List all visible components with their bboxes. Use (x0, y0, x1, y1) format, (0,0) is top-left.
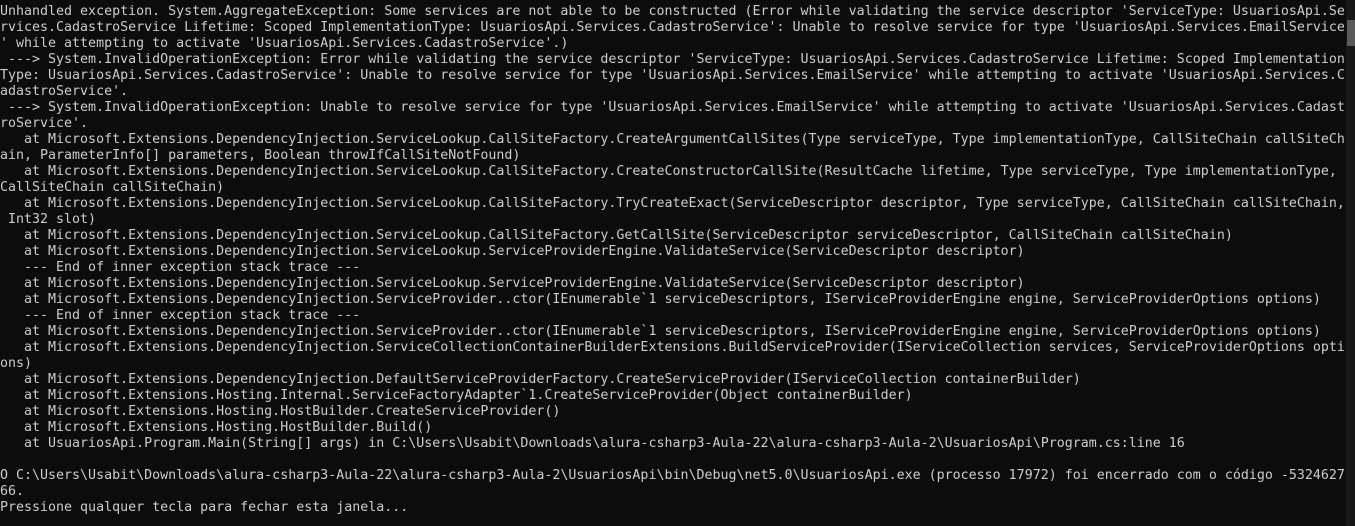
console-line: at Microsoft.Extensions.DependencyInject… (0, 292, 1321, 307)
vertical-scrollbar[interactable] (1346, 0, 1355, 526)
console-line: --- End of inner exception stack trace -… (0, 260, 361, 275)
console-line: CallSiteChain callSiteChain) (0, 180, 225, 195)
console-line: Int32 slot) (0, 212, 97, 227)
console-line: at Microsoft.Extensions.DependencyInject… (0, 340, 1345, 355)
console-line: at Microsoft.Extensions.DependencyInject… (0, 244, 1025, 259)
console-line: at Microsoft.Extensions.Hosting.Internal… (0, 388, 913, 403)
console-line: ' while attempting to activate 'Usuarios… (0, 36, 569, 51)
console-line: at Microsoft.Extensions.DependencyInject… (0, 196, 1345, 211)
console-line: Pressione qualquer tecla para fechar est… (0, 500, 409, 515)
console-line: at Microsoft.Extensions.DependencyInject… (0, 228, 1233, 243)
console-line: rvices.CadastroService Lifetime: Scoped … (0, 20, 1345, 35)
console-line: --- End of inner exception stack trace -… (0, 308, 361, 323)
console-line: ain, ParameterInfo[] parameters, Boolean… (0, 148, 521, 163)
console-line: at UsuariosApi.Program.Main(String[] arg… (0, 436, 1185, 451)
console-line: ons) (0, 356, 33, 371)
console-output: Unhandled exception. System.AggregateExc… (0, 4, 1346, 516)
console-line: at Microsoft.Extensions.Hosting.HostBuil… (0, 420, 433, 435)
console-line: Unhandled exception. System.AggregateExc… (0, 4, 1345, 19)
console-line: at Microsoft.Extensions.Hosting.HostBuil… (0, 404, 561, 419)
console-line: at Microsoft.Extensions.DependencyInject… (0, 276, 1025, 291)
console-line: roService'. (0, 116, 89, 131)
console-line: ---> System.InvalidOperationException: U… (0, 100, 1345, 115)
console-line: 66. (0, 484, 25, 499)
scrollbar-thumb[interactable] (1347, 20, 1355, 46)
console-line: ---> System.InvalidOperationException: E… (0, 52, 1345, 67)
console-line: at Microsoft.Extensions.DependencyInject… (0, 324, 1321, 339)
console-line: O C:\Users\Usabit\Downloads\alura-csharp… (0, 468, 1345, 483)
console-line: Type: UsuariosApi.Services.CadastroServi… (0, 68, 1345, 83)
console-line: at Microsoft.Extensions.DependencyInject… (0, 132, 1345, 147)
console-line: at Microsoft.Extensions.DependencyInject… (0, 164, 1337, 179)
console-line: adastroService'. (0, 84, 129, 99)
console-line: at Microsoft.Extensions.DependencyInject… (0, 372, 1081, 387)
